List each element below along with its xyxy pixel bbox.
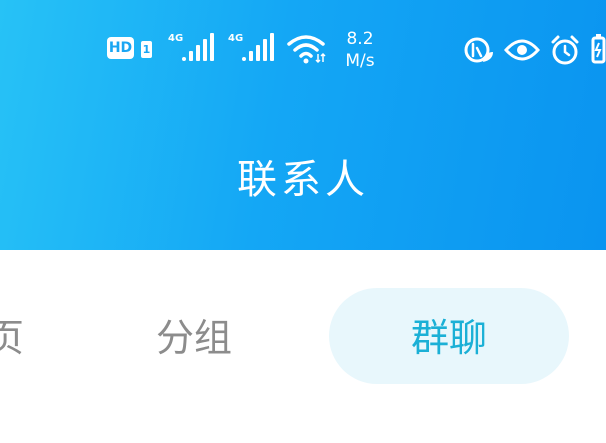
network-speed-value: 8.2 bbox=[346, 29, 374, 49]
sim-card-icon: 1 bbox=[141, 41, 152, 58]
signal-icon bbox=[182, 33, 214, 61]
alarm-icon bbox=[551, 35, 579, 65]
battery-icon bbox=[591, 34, 606, 64]
sim-label: 1 bbox=[142, 43, 151, 56]
eye-comfort-icon bbox=[504, 39, 540, 61]
hd-voice-icon: HD bbox=[107, 37, 134, 59]
eco-leaf-icon bbox=[464, 37, 493, 63]
wifi-icon bbox=[287, 35, 326, 64]
hd-label: HD bbox=[108, 40, 133, 56]
tab-partial[interactable]: 页 bbox=[0, 313, 24, 363]
header: HD 1 4G 4G 8.2 M/s 联系人 bbox=[0, 0, 606, 250]
network-type-label: 4G bbox=[228, 33, 244, 44]
network-type-label: 4G bbox=[168, 33, 184, 44]
tab-groups[interactable]: 分组 bbox=[156, 313, 232, 363]
status-bar: HD 1 4G 4G 8.2 M/s bbox=[0, 0, 606, 80]
signal-icon bbox=[242, 33, 274, 61]
network-speed-unit: M/s bbox=[345, 51, 375, 71]
tab-group-chat[interactable]: 群聊 bbox=[329, 313, 569, 363]
page-title: 联系人 bbox=[237, 157, 369, 203]
network-speed: 8.2 M/s bbox=[338, 28, 382, 72]
